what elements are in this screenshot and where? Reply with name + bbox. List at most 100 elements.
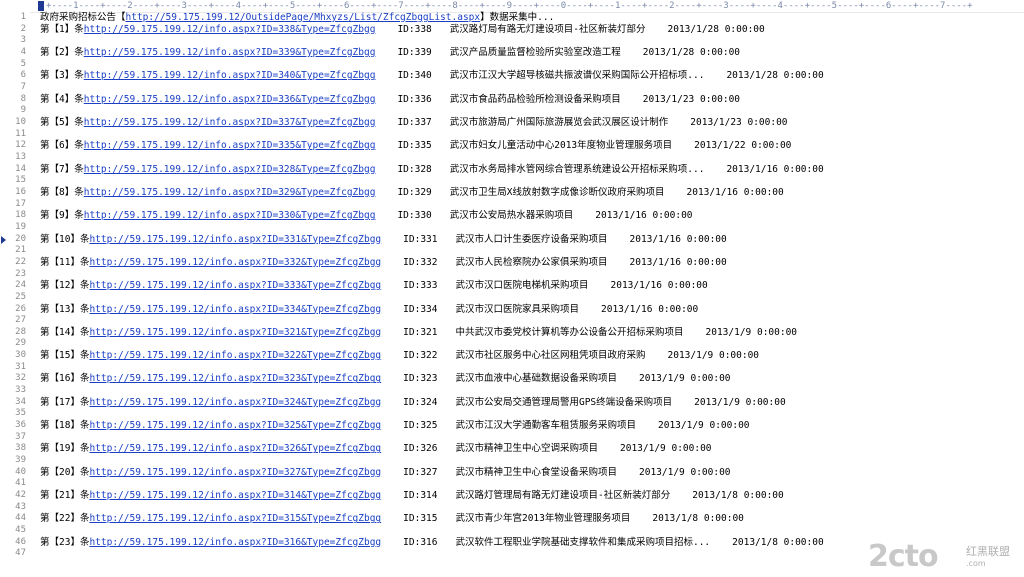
entry-label: 第【13】条 xyxy=(40,303,90,315)
entry-link[interactable]: http://59.175.199.12/info.aspx?ID=335&Ty… xyxy=(84,140,376,151)
entry-label: 第【19】条 xyxy=(40,443,90,455)
entry-text: 第【11】条http://59.175.199.12/info.aspx?ID=… xyxy=(40,257,727,269)
line-number: 8 xyxy=(20,93,26,104)
entry-label: 第【8】条 xyxy=(40,186,84,198)
entry-title: 武汉路灯局有路无灯建设项目-社区新装灯部分 xyxy=(449,23,646,35)
entry-label: 第【10】条 xyxy=(40,233,90,245)
entry-text: 第【15】条http://59.175.199.12/info.aspx?ID=… xyxy=(40,350,759,362)
entry-date: 2013/1/16 0:00:00 xyxy=(595,210,693,222)
entry-title: 武汉市人口计生委医疗设备采购项目 xyxy=(455,233,608,245)
entry-link[interactable]: http://59.175.199.12/info.aspx?ID=336&Ty… xyxy=(84,94,376,105)
entry-title: 中共武汉市委党校计算机等办公设备公开招标采购项目 xyxy=(455,326,684,338)
entry-date: 2013/1/8 0:00:00 xyxy=(692,490,784,502)
line-number: 19 xyxy=(15,221,26,232)
entry-label: 第【18】条 xyxy=(40,420,90,432)
entry-link[interactable]: http://59.175.199.12/info.aspx?ID=331&Ty… xyxy=(89,234,381,245)
entry-label: 第【16】条 xyxy=(40,373,90,385)
entry-link[interactable]: http://59.175.199.12/info.aspx?ID=322&Ty… xyxy=(89,350,381,361)
header-suffix: 】数据采集中... xyxy=(480,12,555,23)
entry-label: 第【2】条 xyxy=(40,46,84,58)
line-number: 2 xyxy=(20,23,26,34)
entry-label: 第【6】条 xyxy=(40,140,84,152)
entry-link[interactable]: http://59.175.199.12/info.aspx?ID=326&Ty… xyxy=(89,443,381,454)
entry-label: 第【21】条 xyxy=(40,490,90,502)
entry-link[interactable]: http://59.175.199.12/info.aspx?ID=329&Ty… xyxy=(84,187,376,198)
entry-title: 武汉软件工程职业学院基础支撑软件和集成采购项目招标... xyxy=(455,536,711,548)
entry-link[interactable]: http://59.175.199.12/info.aspx?ID=328&Ty… xyxy=(84,164,376,175)
line-number: 23 xyxy=(15,268,26,279)
header-list-link[interactable]: http://59.175.199.12/OutsidePage/Mhxyzs/… xyxy=(126,12,481,23)
entry-link[interactable]: http://59.175.199.12/info.aspx?ID=321&Ty… xyxy=(89,327,381,338)
entry-date: 2013/1/16 0:00:00 xyxy=(726,163,824,175)
line-number: 27 xyxy=(15,315,26,326)
entry-title: 武汉市汉口医院家具采购项目 xyxy=(455,303,579,315)
line-number: 17 xyxy=(15,198,26,209)
line-number: 16 xyxy=(15,186,26,197)
line-number: 10 xyxy=(15,116,26,127)
entry-label: 第【14】条 xyxy=(40,326,90,338)
entry-label: 第【3】条 xyxy=(40,70,84,82)
entry-title: 武汉市精神卫生中心食堂设备采购项目 xyxy=(455,466,617,478)
entry-link[interactable]: http://59.175.199.12/info.aspx?ID=327&Ty… xyxy=(89,467,381,478)
entry-text: 第【20】条http://59.175.199.12/info.aspx?ID=… xyxy=(40,467,731,479)
line-number: 24 xyxy=(15,280,26,291)
entry-link[interactable]: http://59.175.199.12/info.aspx?ID=323&Ty… xyxy=(89,373,381,384)
entry-date: 2013/1/8 0:00:00 xyxy=(652,513,744,525)
line-number: 3 xyxy=(20,35,26,46)
site-watermark: 2cto 红黑联盟 .com xyxy=(868,539,1018,575)
line-number: 37 xyxy=(15,431,26,442)
entry-link[interactable]: http://59.175.199.12/info.aspx?ID=315&Ty… xyxy=(89,513,381,524)
entry-link[interactable]: http://59.175.199.12/info.aspx?ID=337&Ty… xyxy=(84,117,376,128)
entry-label: 第【22】条 xyxy=(40,513,90,525)
line-number: 44 xyxy=(15,513,26,524)
watermark-logo: 2cto xyxy=(868,539,939,574)
entry-link[interactable]: http://59.175.199.12/info.aspx?ID=330&Ty… xyxy=(84,210,376,221)
entry-title: 武汉市江汉大学超导核磁共振波谱仪采购国际公开招标项... xyxy=(449,70,705,82)
entry-label: 第【15】条 xyxy=(40,350,90,362)
entry-date: 2013/1/9 0:00:00 xyxy=(639,466,731,478)
entry-id: ID:322 xyxy=(403,350,438,362)
entry-id: ID:338 xyxy=(397,23,432,35)
entry-link[interactable]: http://59.175.199.12/info.aspx?ID=332&Ty… xyxy=(89,257,381,268)
entry-link[interactable]: http://59.175.199.12/info.aspx?ID=333&Ty… xyxy=(89,280,381,291)
entry-date: 2013/1/16 0:00:00 xyxy=(610,280,708,292)
entry-link[interactable]: http://59.175.199.12/info.aspx?ID=324&Ty… xyxy=(89,397,381,408)
entry-label: 第【11】条 xyxy=(40,256,90,268)
entry-id: ID:337 xyxy=(397,116,432,128)
entry-link[interactable]: http://59.175.199.12/info.aspx?ID=339&Ty… xyxy=(84,47,376,58)
line-number: 45 xyxy=(15,525,26,536)
entry-link[interactable]: http://59.175.199.12/info.aspx?ID=325&Ty… xyxy=(89,420,381,431)
entry-label: 第【4】条 xyxy=(40,93,84,105)
entry-date: 2013/1/23 0:00:00 xyxy=(642,93,741,105)
entry-link[interactable]: http://59.175.199.12/info.aspx?ID=334&Ty… xyxy=(89,304,381,315)
entry-title: 武汉市公安局交通管理局警用GPS终端设备采购项目 xyxy=(455,396,673,408)
entry-title: 武汉市精神卫生中心空调采购项目 xyxy=(455,443,598,455)
entry-link[interactable]: http://59.175.199.12/info.aspx?ID=340&Ty… xyxy=(84,70,376,81)
line-number: 1 xyxy=(20,12,26,22)
entry-title: 武汉市青少年宫2013年物业管理服务项目 xyxy=(455,513,631,525)
line-number: 41 xyxy=(15,478,26,489)
entry-text: 第【19】条http://59.175.199.12/info.aspx?ID=… xyxy=(40,443,712,455)
text-editor-area[interactable]: 1 政府采购招标公告【http://59.175.199.12/OutsideP… xyxy=(0,12,1024,577)
entry-title: 武汉市水务局排水管网综合管理系统建设公开招标采购项... xyxy=(449,163,705,175)
entry-text: 第【14】条http://59.175.199.12/info.aspx?ID=… xyxy=(40,327,797,339)
entry-link[interactable]: http://59.175.199.12/info.aspx?ID=338&Ty… xyxy=(84,24,376,35)
entry-date: 2013/1/9 0:00:00 xyxy=(667,350,760,362)
current-line-marker-icon xyxy=(1,235,6,244)
entry-text: 第【22】条http://59.175.199.12/info.aspx?ID=… xyxy=(40,513,744,525)
entry-link[interactable]: http://59.175.199.12/info.aspx?ID=314&Ty… xyxy=(89,490,381,501)
line-number: 39 xyxy=(15,455,26,466)
line-number: 31 xyxy=(15,361,26,372)
entry-date: 2013/1/23 0:00:00 xyxy=(690,116,788,128)
entry-date: 2013/1/28 0:00:00 xyxy=(667,23,765,35)
line-number: 47 xyxy=(15,548,26,559)
header-prefix: 政府采购招标公告【 xyxy=(40,12,126,23)
line-number: 15 xyxy=(15,175,26,186)
entry-date: 2013/1/9 0:00:00 xyxy=(620,443,712,455)
line-number: 36 xyxy=(15,420,26,431)
entry-link[interactable]: http://59.175.199.12/info.aspx?ID=316&Ty… xyxy=(89,537,381,548)
entry-id: ID:326 xyxy=(403,443,438,455)
entry-title: 武汉市社区服务中心社区网租凭项目政府采购 xyxy=(455,350,646,362)
entry-title: 武汉市人民检察院办公家俱采购项目 xyxy=(455,256,608,268)
entry-date: 2013/1/28 0:00:00 xyxy=(726,70,824,82)
